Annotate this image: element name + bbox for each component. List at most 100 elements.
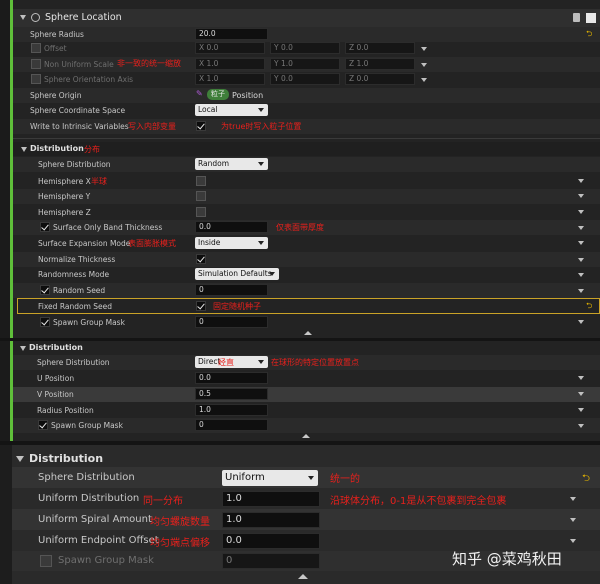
- expand-chevron-icon[interactable]: [421, 78, 427, 82]
- panel-left-accent: [0, 0, 10, 338]
- surface-band-input[interactable]: 0.0: [195, 221, 268, 233]
- annotation-note: 为true时写入粒子位置: [221, 122, 302, 131]
- annotation-note: 非一致的统一缩放: [117, 59, 181, 68]
- spawn-group-mask-label: Spawn Group Mask: [53, 318, 125, 327]
- sphere-origin-value: Position: [232, 91, 264, 100]
- link-icon[interactable]: ✎: [196, 89, 203, 98]
- surface-expansion-dropdown[interactable]: Inside: [195, 237, 268, 249]
- annotation-note: 经直: [218, 358, 234, 367]
- sphere-distribution-dropdown[interactable]: Random: [195, 158, 268, 170]
- uniform-spiral-input[interactable]: 1.0: [222, 512, 320, 528]
- module-title: Sphere Location: [45, 12, 122, 23]
- reset-to-default-icon[interactable]: ⮌: [586, 300, 592, 314]
- hemisphere-z-checkbox[interactable]: [196, 207, 206, 217]
- non-uniform-scale-x-input[interactable]: X 1.0: [195, 58, 265, 70]
- section-collapse-arrow-icon[interactable]: [21, 147, 27, 152]
- fixed-random-seed-checkbox[interactable]: [196, 301, 206, 311]
- expand-chevron-icon[interactable]: [578, 179, 584, 183]
- module-enable-checkbox[interactable]: [586, 13, 596, 23]
- annotation-note: 固定随机种子: [213, 302, 261, 311]
- spawn-group-mask-checkbox[interactable]: [40, 555, 52, 567]
- fixed-random-seed-label: Fixed Random Seed: [38, 302, 113, 311]
- surface-band-checkbox[interactable]: [40, 222, 50, 232]
- collapse-section-icon[interactable]: [304, 331, 312, 335]
- section-title: Distribution: [29, 452, 104, 465]
- collapse-section-icon[interactable]: [302, 434, 310, 438]
- sphere-distribution-label: Sphere Distribution: [37, 358, 110, 367]
- offset-z-input[interactable]: Z 0.0: [345, 42, 415, 54]
- non-uniform-scale-checkbox[interactable]: [31, 59, 41, 69]
- non-uniform-scale-y-input[interactable]: Y 1.0: [270, 58, 340, 70]
- spawn-group-mask-input[interactable]: 0: [195, 316, 268, 328]
- uniform-distribution-input[interactable]: 1.0: [222, 491, 320, 507]
- expand-chevron-icon[interactable]: [421, 47, 427, 51]
- non-uniform-scale-z-input[interactable]: Z 1.0: [345, 58, 415, 70]
- surface-expansion-value: Inside: [198, 238, 221, 247]
- sphere-distribution-value: Uniform: [225, 472, 265, 483]
- u-position-input[interactable]: 0.0: [195, 372, 268, 384]
- expand-chevron-icon[interactable]: [578, 273, 584, 277]
- annotation-note: 分布: [84, 145, 100, 154]
- coordinate-space-dropdown[interactable]: Local: [195, 104, 268, 116]
- dropdown-arrow-icon: [258, 241, 264, 245]
- orientation-y-input[interactable]: Y 0.0: [270, 73, 340, 85]
- expand-chevron-icon[interactable]: [570, 539, 576, 543]
- section-collapse-arrow-icon[interactable]: [16, 456, 24, 462]
- spawn-group-mask-checkbox[interactable]: [40, 317, 50, 327]
- v-position-input[interactable]: 0.5: [195, 388, 268, 400]
- spawn-group-mask-label: Spawn Group Mask: [58, 555, 154, 566]
- random-seed-input[interactable]: 0: [195, 284, 268, 296]
- expand-chevron-icon[interactable]: [421, 63, 427, 67]
- expand-chevron-icon[interactable]: [578, 241, 584, 245]
- random-seed-checkbox[interactable]: [40, 285, 50, 295]
- normalize-thickness-label: Normalize Thickness: [38, 255, 116, 264]
- spawn-group-mask-input[interactable]: 0: [195, 419, 268, 431]
- sphere-distribution-dropdown[interactable]: Uniform: [222, 470, 318, 486]
- expand-chevron-icon[interactable]: [578, 226, 584, 230]
- hemisphere-z-label: Hemisphere Z: [38, 208, 91, 217]
- normalize-thickness-checkbox[interactable]: [196, 254, 206, 264]
- module-enabled-icon[interactable]: [31, 13, 40, 22]
- u-position-label: U Position: [37, 374, 75, 383]
- annotation-note: 表面膨胀模式: [128, 239, 176, 248]
- dropdown-arrow-icon: [308, 476, 314, 480]
- trash-icon[interactable]: [573, 13, 580, 22]
- offset-checkbox[interactable]: [31, 43, 41, 53]
- row-bg: [13, 387, 600, 402]
- expand-chevron-icon[interactable]: [578, 289, 584, 293]
- reset-to-default-icon[interactable]: ⮌: [586, 28, 592, 42]
- watermark: 知乎 @菜鸡秋田: [452, 550, 562, 568]
- radius-position-input[interactable]: 1.0: [195, 404, 268, 416]
- spawn-group-mask-input[interactable]: 0: [222, 553, 320, 569]
- expand-chevron-icon[interactable]: [578, 392, 584, 396]
- expand-chevron-icon[interactable]: [570, 497, 576, 501]
- spawn-group-mask-checkbox[interactable]: [38, 420, 48, 430]
- orientation-axis-checkbox[interactable]: [31, 74, 41, 84]
- expand-chevron-icon[interactable]: [578, 194, 584, 198]
- hemisphere-y-checkbox[interactable]: [196, 191, 206, 201]
- offset-x-input[interactable]: X 0.0: [195, 42, 265, 54]
- sphere-radius-input[interactable]: 20.0: [195, 28, 268, 40]
- expand-chevron-icon[interactable]: [578, 376, 584, 380]
- uniform-endpoint-input[interactable]: 0.0: [222, 533, 320, 549]
- write-intrinsic-checkbox[interactable]: [196, 121, 206, 131]
- expand-chevron-icon[interactable]: [578, 210, 584, 214]
- annotation-note: 仅表面带厚度: [276, 223, 324, 232]
- collapse-section-icon[interactable]: [298, 574, 308, 579]
- hemisphere-x-checkbox[interactable]: [196, 176, 206, 186]
- expand-chevron-icon[interactable]: [578, 320, 584, 324]
- expand-chevron-icon[interactable]: [578, 408, 584, 412]
- orientation-x-input[interactable]: X 1.0: [195, 73, 265, 85]
- spawn-group-mask-label: Spawn Group Mask: [51, 421, 123, 430]
- coordinate-space-value: Local: [198, 105, 218, 114]
- collapse-arrow-icon[interactable]: [20, 15, 26, 20]
- expand-chevron-icon[interactable]: [578, 424, 584, 428]
- expand-chevron-icon[interactable]: [578, 258, 584, 262]
- surface-expansion-label: Surface Expansion Mode: [38, 239, 131, 248]
- section-collapse-arrow-icon[interactable]: [20, 346, 26, 351]
- reset-to-default-icon[interactable]: ⮌: [582, 471, 590, 488]
- expand-chevron-icon[interactable]: [570, 518, 576, 522]
- offset-y-input[interactable]: Y 0.0: [270, 42, 340, 54]
- orientation-z-input[interactable]: Z 0.0: [345, 73, 415, 85]
- randomness-mode-dropdown[interactable]: Simulation Defaults: [195, 268, 279, 280]
